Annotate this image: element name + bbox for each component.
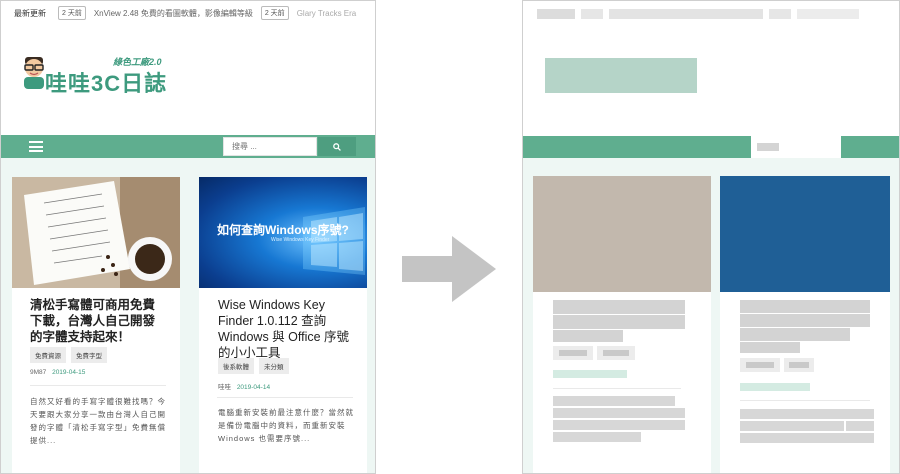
skeleton-block (740, 421, 844, 431)
skeleton-block (789, 362, 809, 368)
skeleton-block (581, 9, 603, 19)
post-card[interactable]: 清松手寫體可商用免費下載，台灣人自己開發的字體支持起來！ 免費資源 免費字型 9… (12, 177, 180, 473)
skeleton-block (740, 300, 870, 313)
ticker-link[interactable]: Glary Tracks Era (297, 9, 357, 18)
tag-chip[interactable]: 未分類 (259, 358, 289, 374)
post-thumbnail[interactable] (12, 177, 180, 288)
skeleton-block (846, 421, 874, 431)
skeleton-logo (545, 58, 697, 93)
tag-chip[interactable]: 後系軟體 (218, 358, 254, 374)
post-meta: 9M87 2019-04-15 (30, 369, 85, 376)
skeleton-thumbnail (720, 176, 890, 292)
thumbnail-caption: 如何查詢Windows序號? (217, 223, 349, 237)
skeleton-meta (553, 370, 627, 378)
search-button[interactable] (318, 137, 356, 156)
post-card[interactable]: 如何查詢Windows序號? Wise Windows Key Finder W… (199, 177, 367, 473)
skeleton-wireframe (522, 0, 900, 474)
skeleton-block (553, 396, 675, 406)
logo-title: 哇哇3C日誌 (45, 71, 168, 96)
skeleton-navbar (523, 136, 899, 158)
tag-chip[interactable]: 免費字型 (71, 347, 107, 363)
skeleton-block (740, 409, 874, 419)
post-thumbnail[interactable]: 如何查詢Windows序號? Wise Windows Key Finder (199, 177, 367, 288)
site-logo[interactable]: 綠色工廠2.0 哇哇3C日誌 (21, 53, 171, 97)
post-meta: 哇哇 2019-04-14 (218, 381, 270, 391)
post-tags: 免費資源 免費字型 (30, 347, 107, 363)
post-excerpt: 電腦重新安裝前最注意什麼？當然就是備份電腦中的資料，而重新安裝 Windows … (218, 408, 354, 443)
post-tags: 後系軟體 未分類 (218, 358, 289, 374)
avatar-icon (24, 57, 44, 89)
post-excerpt: 自然又好看的手寫字體很難找嗎？今天要跟大家分享一款由台灣人自己開發的字體「清松手… (30, 397, 166, 445)
skeleton-block (559, 350, 587, 356)
notebook-photo-icon (12, 177, 180, 288)
post-title[interactable]: Wise Windows Key Finder 1.0.112 查詢 Windo… (218, 297, 353, 361)
skeleton-divider (553, 388, 681, 389)
skeleton-block (553, 330, 623, 342)
skeleton-block (757, 143, 779, 151)
skeleton-block (553, 420, 685, 430)
skeleton-block (746, 362, 774, 368)
search-input[interactable] (223, 137, 317, 156)
skeleton-block (740, 342, 800, 353)
ticker-link[interactable]: XnView 2.48 免費的看圖軟體，影像編輯等級 (94, 8, 253, 19)
menu-icon[interactable] (29, 141, 43, 152)
skeleton-block (553, 300, 685, 314)
skeleton-block (553, 408, 685, 418)
thumbnail-subcaption: Wise Windows Key Finder (271, 237, 330, 243)
tag-chip[interactable]: 免費資源 (30, 347, 66, 363)
skeleton-block (553, 432, 641, 442)
post-author[interactable]: 9M87 (30, 369, 46, 376)
comparison-figure: 最新更新 2 天前 XnView 2.48 免費的看圖軟體，影像編輯等級 2 天… (0, 0, 900, 474)
news-ticker: 最新更新 2 天前 XnView 2.48 免費的看圖軟體，影像編輯等級 2 天… (1, 1, 375, 25)
skeleton-block (609, 9, 763, 19)
skeleton-divider (740, 400, 870, 401)
nav-bar (1, 135, 375, 158)
divider (30, 385, 166, 386)
skeleton-block (769, 9, 791, 19)
skeleton-block (740, 328, 850, 341)
post-date: 2019-04-15 (52, 369, 86, 376)
skeleton-block (553, 315, 685, 329)
right-arrow-icon (402, 236, 496, 302)
post-title[interactable]: 清松手寫體可商用免費下載，台灣人自己開發的字體支持起來！ (30, 297, 165, 345)
page-screenshot: 最新更新 2 天前 XnView 2.48 免費的看圖軟體，影像編輯等級 2 天… (0, 0, 376, 474)
skeleton-block (740, 433, 874, 443)
search-icon (333, 142, 341, 151)
ticker-badge: 2 天前 (58, 6, 86, 20)
post-author[interactable]: 哇哇 (218, 384, 231, 391)
skeleton-meta (740, 383, 810, 391)
skeleton-block (537, 9, 575, 19)
skeleton-block (603, 350, 629, 356)
divider (217, 397, 353, 398)
ticker-badge: 2 天前 (260, 6, 289, 20)
skeleton-block (797, 9, 859, 19)
skeleton-thumbnail (533, 176, 711, 292)
post-date: 2019-04-14 (236, 384, 271, 391)
ticker-label: 最新更新 (14, 8, 46, 18)
skeleton-block (740, 314, 870, 327)
